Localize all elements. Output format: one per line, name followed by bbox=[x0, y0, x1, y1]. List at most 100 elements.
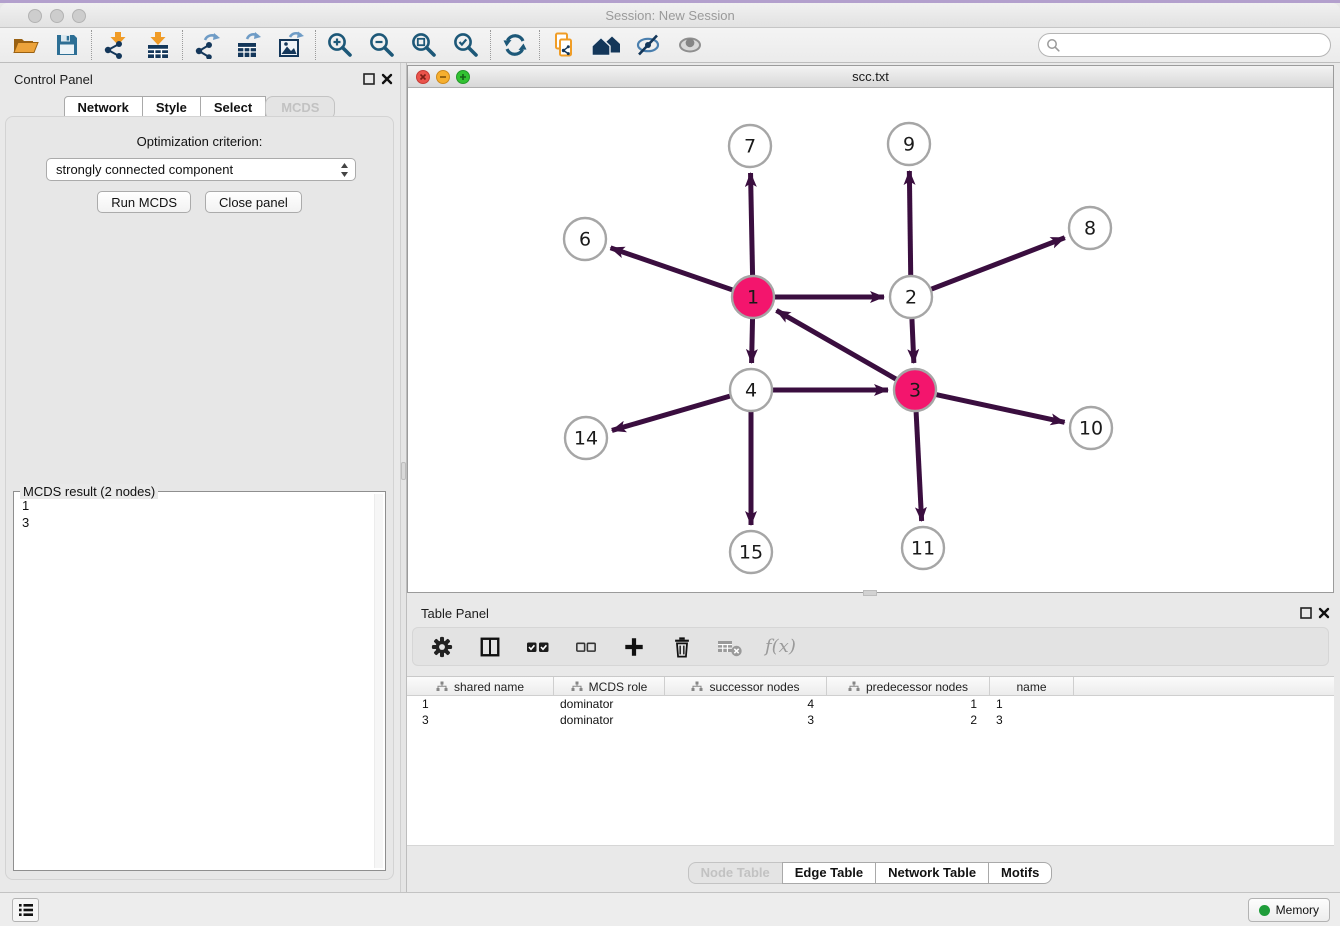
network-window-title: scc.txt bbox=[408, 69, 1333, 84]
graph-node-label-3: 3 bbox=[909, 380, 921, 402]
close-panel-button[interactable]: Close panel bbox=[205, 191, 302, 213]
refresh-icon bbox=[501, 31, 529, 59]
graph-edge-2-3[interactable] bbox=[912, 319, 914, 363]
eye-icon bbox=[676, 31, 704, 59]
delete-row-button[interactable] bbox=[669, 632, 695, 662]
save-session-button[interactable] bbox=[46, 29, 88, 62]
splitter-grip[interactable] bbox=[401, 462, 406, 480]
zoom-out-button[interactable] bbox=[361, 29, 403, 62]
delete-table-button[interactable] bbox=[717, 632, 743, 662]
toolbar-separator bbox=[91, 30, 92, 60]
copy-network-document-button[interactable] bbox=[543, 29, 585, 62]
window-title: Session: New Session bbox=[0, 8, 1340, 23]
tab-node-table[interactable]: Node Table bbox=[688, 862, 783, 884]
export-table-button[interactable] bbox=[228, 29, 270, 62]
home-view-button[interactable] bbox=[585, 29, 627, 62]
function-builder-button[interactable]: f(x) bbox=[765, 632, 796, 662]
table-cell[interactable]: 2 bbox=[827, 712, 990, 728]
criterion-dropdown[interactable]: strongly connected component bbox=[46, 158, 356, 181]
memory-label: Memory bbox=[1276, 903, 1319, 917]
zoom-fit-button[interactable] bbox=[403, 29, 445, 62]
close-table-panel-icon[interactable] bbox=[1316, 607, 1331, 622]
table-settings-button[interactable] bbox=[429, 632, 455, 662]
export-network-button[interactable] bbox=[186, 29, 228, 62]
homes-icon bbox=[591, 31, 621, 59]
table-tabs: Node Table Edge Table Network Table Moti… bbox=[407, 862, 1334, 884]
memory-button[interactable]: Memory bbox=[1248, 898, 1330, 922]
graph-edge-2-8[interactable] bbox=[932, 238, 1065, 289]
show-column-panel-button[interactable] bbox=[477, 632, 503, 662]
graph-edge-3-11[interactable] bbox=[916, 412, 922, 521]
table-row[interactable]: 3dominator323 bbox=[407, 712, 1334, 728]
table-cell[interactable]: 1 bbox=[827, 696, 990, 712]
import-network-icon bbox=[102, 31, 130, 59]
table-cell[interactable]: dominator bbox=[554, 712, 665, 728]
zoom-selected-button[interactable] bbox=[445, 29, 487, 62]
table-cell[interactable]: 3 bbox=[665, 712, 827, 728]
mcds-action-buttons: Run MCDS Close panel bbox=[6, 191, 393, 213]
column-header-shared-name[interactable]: shared name bbox=[407, 677, 554, 696]
table-cell[interactable]: 3 bbox=[407, 712, 554, 728]
close-panel-icon[interactable] bbox=[379, 73, 394, 88]
graph-node-label-2: 2 bbox=[905, 287, 917, 309]
run-mcds-button[interactable]: Run MCDS bbox=[97, 191, 191, 213]
search-icon bbox=[1046, 38, 1060, 52]
result-scrollbar[interactable] bbox=[374, 494, 383, 868]
tab-network-table[interactable]: Network Table bbox=[875, 862, 989, 884]
search-box[interactable] bbox=[1038, 33, 1331, 57]
import-network-button[interactable] bbox=[95, 29, 137, 62]
window-titlebar[interactable]: Session: New Session bbox=[0, 3, 1340, 28]
status-bar: Memory bbox=[0, 892, 1340, 926]
import-table-button[interactable] bbox=[137, 29, 179, 62]
graph-edge-1-6[interactable] bbox=[611, 248, 733, 290]
table-cell[interactable]: 3 bbox=[990, 712, 1074, 728]
network-canvas[interactable]: 1234678910111415 bbox=[408, 88, 1333, 592]
hide-graphics-details-button[interactable] bbox=[627, 29, 669, 62]
column-header-label: MCDS role bbox=[589, 680, 648, 694]
table-cell[interactable]: 4 bbox=[665, 696, 827, 712]
graph-edge-4-14[interactable] bbox=[612, 396, 730, 430]
network-window-resize-grip[interactable] bbox=[863, 590, 877, 596]
task-history-button[interactable] bbox=[12, 898, 39, 922]
open-session-button[interactable] bbox=[4, 29, 46, 62]
column-header-label: predecessor nodes bbox=[866, 680, 968, 694]
export-image-button[interactable] bbox=[270, 29, 312, 62]
tab-motifs[interactable]: Motifs bbox=[988, 862, 1052, 884]
float-panel-icon[interactable] bbox=[361, 73, 376, 88]
column-header-predecessor-nodes[interactable]: predecessor nodes bbox=[827, 677, 990, 696]
application-window: Session: New Session Control Panel bbox=[0, 0, 1340, 926]
graph-edge-1-4[interactable] bbox=[752, 319, 753, 363]
delete-table-icon bbox=[717, 636, 743, 658]
show-graphics-details-button[interactable] bbox=[669, 29, 711, 62]
graph-edge-3-1[interactable] bbox=[776, 310, 896, 379]
column-header-name[interactable]: name bbox=[990, 677, 1074, 696]
table-cell[interactable]: 1 bbox=[407, 696, 554, 712]
graph-edge-3-10[interactable] bbox=[937, 395, 1065, 423]
mcds-result-text: 1 3 bbox=[15, 495, 373, 869]
column-header-successor-nodes[interactable]: successor nodes bbox=[665, 677, 827, 696]
deselect-all-columns-button[interactable] bbox=[573, 632, 599, 662]
trash-icon bbox=[671, 636, 693, 658]
plus-icon bbox=[623, 636, 645, 658]
control-panel-header: Control Panel bbox=[0, 69, 400, 91]
select-all-columns-button[interactable] bbox=[525, 632, 551, 662]
zoom-in-icon bbox=[326, 31, 354, 59]
graph-edge-2-9[interactable] bbox=[909, 171, 910, 275]
network-window-titlebar[interactable]: scc.txt bbox=[408, 66, 1333, 88]
float-table-panel-icon[interactable] bbox=[1298, 607, 1313, 622]
table-cell[interactable]: 1 bbox=[990, 696, 1074, 712]
table-cell[interactable]: dominator bbox=[554, 696, 665, 712]
column-header-MCDS-role[interactable]: MCDS role bbox=[554, 677, 665, 696]
gear-icon bbox=[431, 636, 453, 658]
memory-status-icon bbox=[1259, 905, 1270, 916]
zoom-in-button[interactable] bbox=[319, 29, 361, 62]
table-row[interactable]: 1dominator411 bbox=[407, 696, 1334, 712]
function-builder-icon: f(x) bbox=[765, 636, 796, 657]
search-input[interactable] bbox=[1064, 35, 1330, 55]
tab-edge-table[interactable]: Edge Table bbox=[782, 862, 876, 884]
panel-splitter[interactable] bbox=[400, 63, 407, 892]
column-header-label: name bbox=[1016, 680, 1046, 694]
refresh-view-button[interactable] bbox=[494, 29, 536, 62]
graph-edge-1-7[interactable] bbox=[751, 173, 753, 275]
add-row-button[interactable] bbox=[621, 632, 647, 662]
